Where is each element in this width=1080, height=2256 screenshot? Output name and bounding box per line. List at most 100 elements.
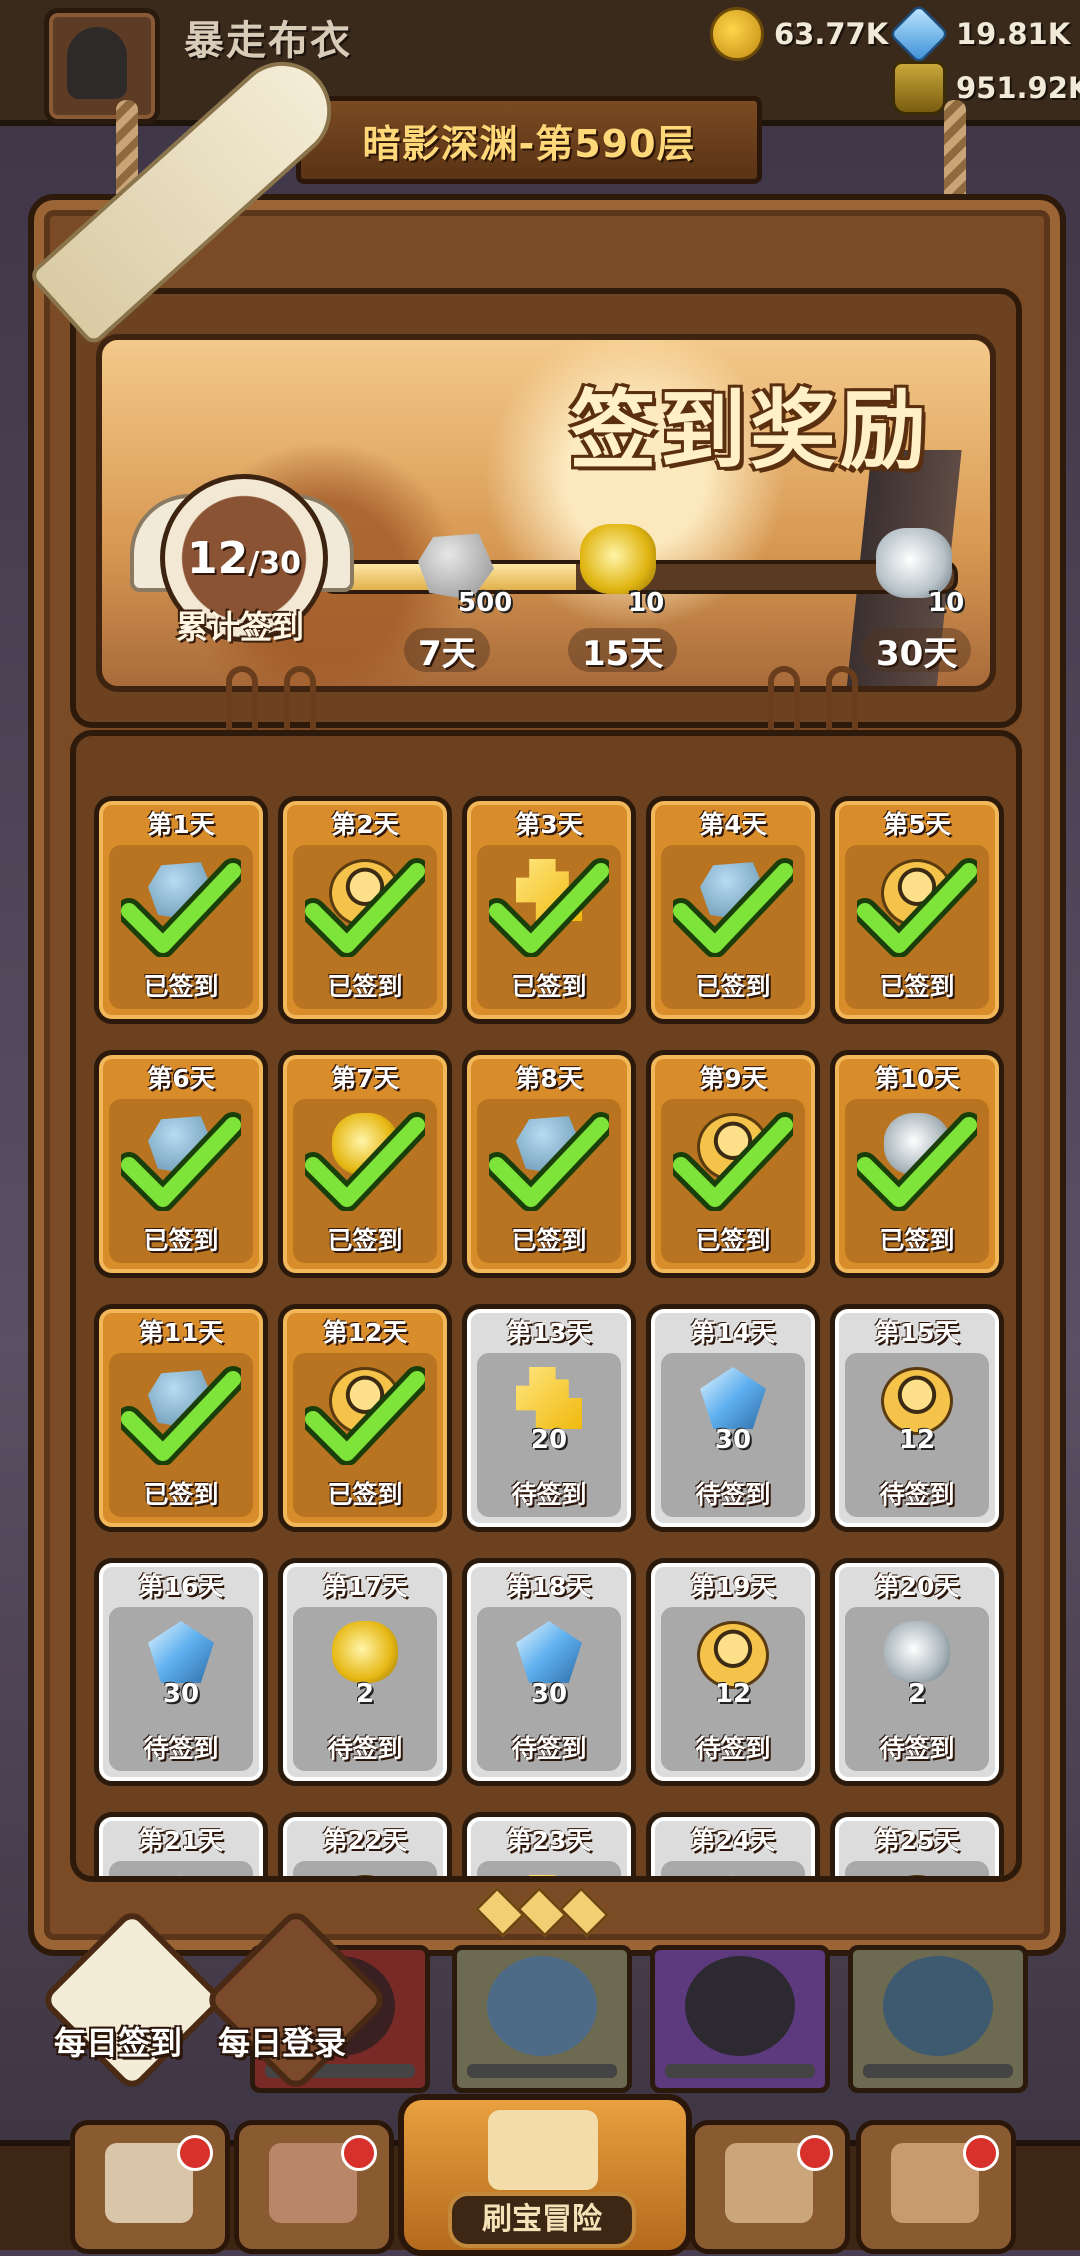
day-card-14[interactable]: 第14天 30 待签到 [646, 1304, 820, 1532]
reward-amount: 2 [907, 1679, 927, 1709]
nav-shop-button[interactable] [70, 2120, 230, 2254]
gold-coin-icon [710, 7, 764, 61]
day-label: 第9天 [699, 1064, 767, 1093]
day-card-6[interactable]: 第6天 已签到 [94, 1050, 268, 1278]
helmet-icon [67, 27, 127, 99]
signin-status: 已签到 [143, 972, 219, 1001]
notification-dot [177, 2135, 213, 2171]
milestone-7-amount: 500 [458, 588, 513, 618]
signin-status: 已签到 [695, 972, 771, 1001]
hero-icon [329, 1875, 401, 1876]
signin-status: 待签到 [327, 1734, 403, 1763]
signin-status: 已签到 [511, 972, 587, 1001]
player-name: 暴走布衣 [184, 18, 352, 64]
player-avatar[interactable] [44, 8, 160, 124]
day-label: 第24天 [690, 1826, 776, 1855]
nav-hero-button[interactable] [234, 2120, 394, 2254]
day-card-19[interactable]: 第19天 12 待签到 [646, 1558, 820, 1786]
nav-bag-button[interactable] [690, 2120, 850, 2254]
checkmark-icon [673, 858, 793, 957]
hero-portrait [487, 1956, 597, 2056]
day-card-16[interactable]: 第16天 30 待签到 [94, 1558, 268, 1786]
day-label: 第4天 [699, 810, 767, 839]
day-label: 第8天 [515, 1064, 583, 1093]
hero-card[interactable] [650, 1945, 830, 2093]
nav-forge-button[interactable] [856, 2120, 1016, 2254]
checkmark-icon [857, 858, 977, 957]
day-label: 第21天 [138, 1826, 224, 1855]
day-label: 第5天 [883, 810, 951, 839]
day-card-17[interactable]: 第17天 2 待签到 [278, 1558, 452, 1786]
signin-status: 已签到 [143, 1226, 219, 1255]
signin-status: 已签到 [327, 1480, 403, 1509]
day-card-20[interactable]: 第20天 2 待签到 [830, 1558, 1004, 1786]
day-label: 第18天 [506, 1572, 592, 1601]
day-card-24[interactable]: 第24天 [646, 1812, 820, 1876]
checkmark-icon [305, 1112, 425, 1211]
gem-counter[interactable]: 19.81K [888, 3, 1070, 65]
notification-dot [341, 2135, 377, 2171]
signin-status: 已签到 [143, 1480, 219, 1509]
milestone-30-amount: 10 [928, 588, 965, 618]
checkmark-icon [121, 1112, 241, 1211]
day-card-18[interactable]: 第18天 30 待签到 [462, 1558, 636, 1786]
day-card-10[interactable]: 第10天 已签到 [830, 1050, 1004, 1278]
hero-card[interactable] [848, 1945, 1028, 2093]
day-card-8[interactable]: 第8天 已签到 [462, 1050, 636, 1278]
day-card-3[interactable]: 第3天已签到 [462, 796, 636, 1024]
signin-status: 待签到 [695, 1734, 771, 1763]
day-card-11[interactable]: 第11天 已签到 [94, 1304, 268, 1532]
gold-value: 63.77K [774, 17, 889, 51]
signin-status: 已签到 [327, 1226, 403, 1255]
daily-login-label[interactable]: 每日登录 [218, 2018, 346, 2064]
day-card-5[interactable]: 第5天 已签到 [830, 796, 1004, 1024]
hero-portrait [685, 1956, 795, 2056]
day-card-2[interactable]: 第2天 已签到 [278, 796, 452, 1024]
day-label: 第3天 [515, 810, 583, 839]
diamond-icon [474, 1886, 526, 1938]
day-label: 第17天 [322, 1572, 408, 1601]
day-card-13[interactable]: 第13天 20 待签到 [462, 1304, 636, 1532]
potion-icon [892, 61, 946, 115]
checkmark-icon [489, 858, 609, 957]
milestone-15-gold-scroll-icon[interactable] [580, 524, 656, 594]
gold-counter[interactable]: 63.77K [710, 7, 889, 61]
milestone-30-day: 30天 [862, 628, 972, 674]
day-card-15[interactable]: 第15天 12 待签到 [830, 1304, 1004, 1532]
hero-health-bar [863, 2064, 1013, 2078]
day-card-inner [293, 1861, 437, 1876]
day-card-4[interactable]: 第4天已签到 [646, 796, 820, 1024]
day-card-22[interactable]: 第22天 [278, 1812, 452, 1876]
checkmark-icon [121, 1366, 241, 1465]
day-card-21[interactable]: 第21天 [94, 1812, 268, 1876]
daily-reward-grid-frame: 第1天 已签到 第2天 已签到 第3天 已签到 第4天 已签到 第5天 已签到 第6天 已签到 第7天已… [70, 730, 1022, 1882]
signin-status: 已签到 [327, 972, 403, 1001]
reward-amount: 12 [714, 1679, 752, 1709]
hero-icon [881, 1875, 953, 1876]
hero-portrait [883, 1956, 993, 2056]
potion-value: 951.92K [956, 71, 1080, 105]
day-card-1[interactable]: 第1天 已签到 [94, 796, 268, 1024]
layer-banner[interactable]: 暗影深渊-第590层 [296, 96, 762, 184]
checkmark-icon [305, 858, 425, 957]
signin-status: 待签到 [695, 1480, 771, 1509]
reward-amount: 20 [530, 1425, 568, 1455]
day-card-inner [109, 1861, 253, 1876]
checkmark-icon [857, 1112, 977, 1211]
day-label: 第23天 [506, 1826, 592, 1855]
day-card-7[interactable]: 第7天 已签到 [278, 1050, 452, 1278]
cumulative-signin-label: 累计签到 [175, 608, 304, 646]
day-card-25[interactable]: 第25天 [830, 1812, 1004, 1876]
potion-counter[interactable]: 951.92K [892, 61, 1080, 115]
day-card-9[interactable]: 第9天 已签到 [646, 1050, 820, 1278]
day-card-12[interactable]: 第12天 已签到 [278, 1304, 452, 1532]
scroll-indicator [470, 1886, 610, 1938]
daily-signin-label[interactable]: 每日签到 [54, 2018, 182, 2064]
day-card-23[interactable]: 第23天 [462, 1812, 636, 1876]
reward-amount: 30 [530, 1679, 568, 1709]
gem-icon [888, 3, 950, 65]
signin-status: 待签到 [879, 1480, 955, 1509]
notification-dot [797, 2135, 833, 2171]
hero-card[interactable] [452, 1945, 632, 2093]
nav-adventure-label[interactable]: 刷宝冒险 [448, 2192, 636, 2248]
